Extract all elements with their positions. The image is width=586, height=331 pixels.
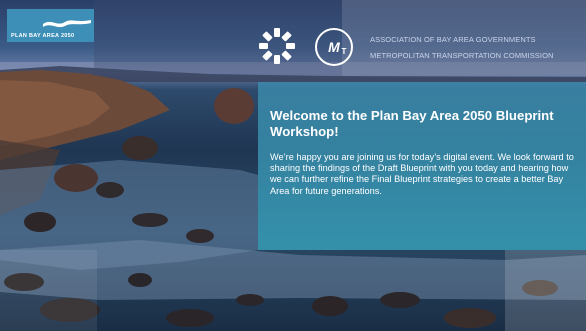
abag-sun-logo-icon — [259, 28, 295, 64]
plan-bay-area-wave-logo-icon — [43, 20, 91, 28]
welcome-body: We’re happy you are joining us for today… — [270, 152, 574, 196]
welcome-title: Welcome to the Plan Bay Area 2050 Bluepr… — [270, 108, 554, 139]
welcome-panel: Welcome to the Plan Bay Area 2050 Bluepr… — [258, 82, 586, 250]
slide: PLAN BAY AREA 2050 M T ASSOCIATION OF BA… — [0, 0, 586, 331]
mtc-logo-icon: M T — [315, 28, 353, 66]
plan-logo-text: PLAN BAY AREA 2050 — [11, 33, 75, 39]
decorative-corner-right — [505, 250, 586, 331]
svg-text:T: T — [342, 47, 347, 56]
decorative-corner-left — [0, 250, 97, 331]
org-name-mtc: METROPOLITAN TRANSPORTATION COMMISSION — [370, 51, 554, 60]
org-name-abag: ASSOCIATION OF BAY AREA GOVERNMENTS — [370, 35, 536, 44]
plan-bay-area-logo: PLAN BAY AREA 2050 — [7, 9, 94, 42]
svg-text:M: M — [328, 39, 340, 55]
